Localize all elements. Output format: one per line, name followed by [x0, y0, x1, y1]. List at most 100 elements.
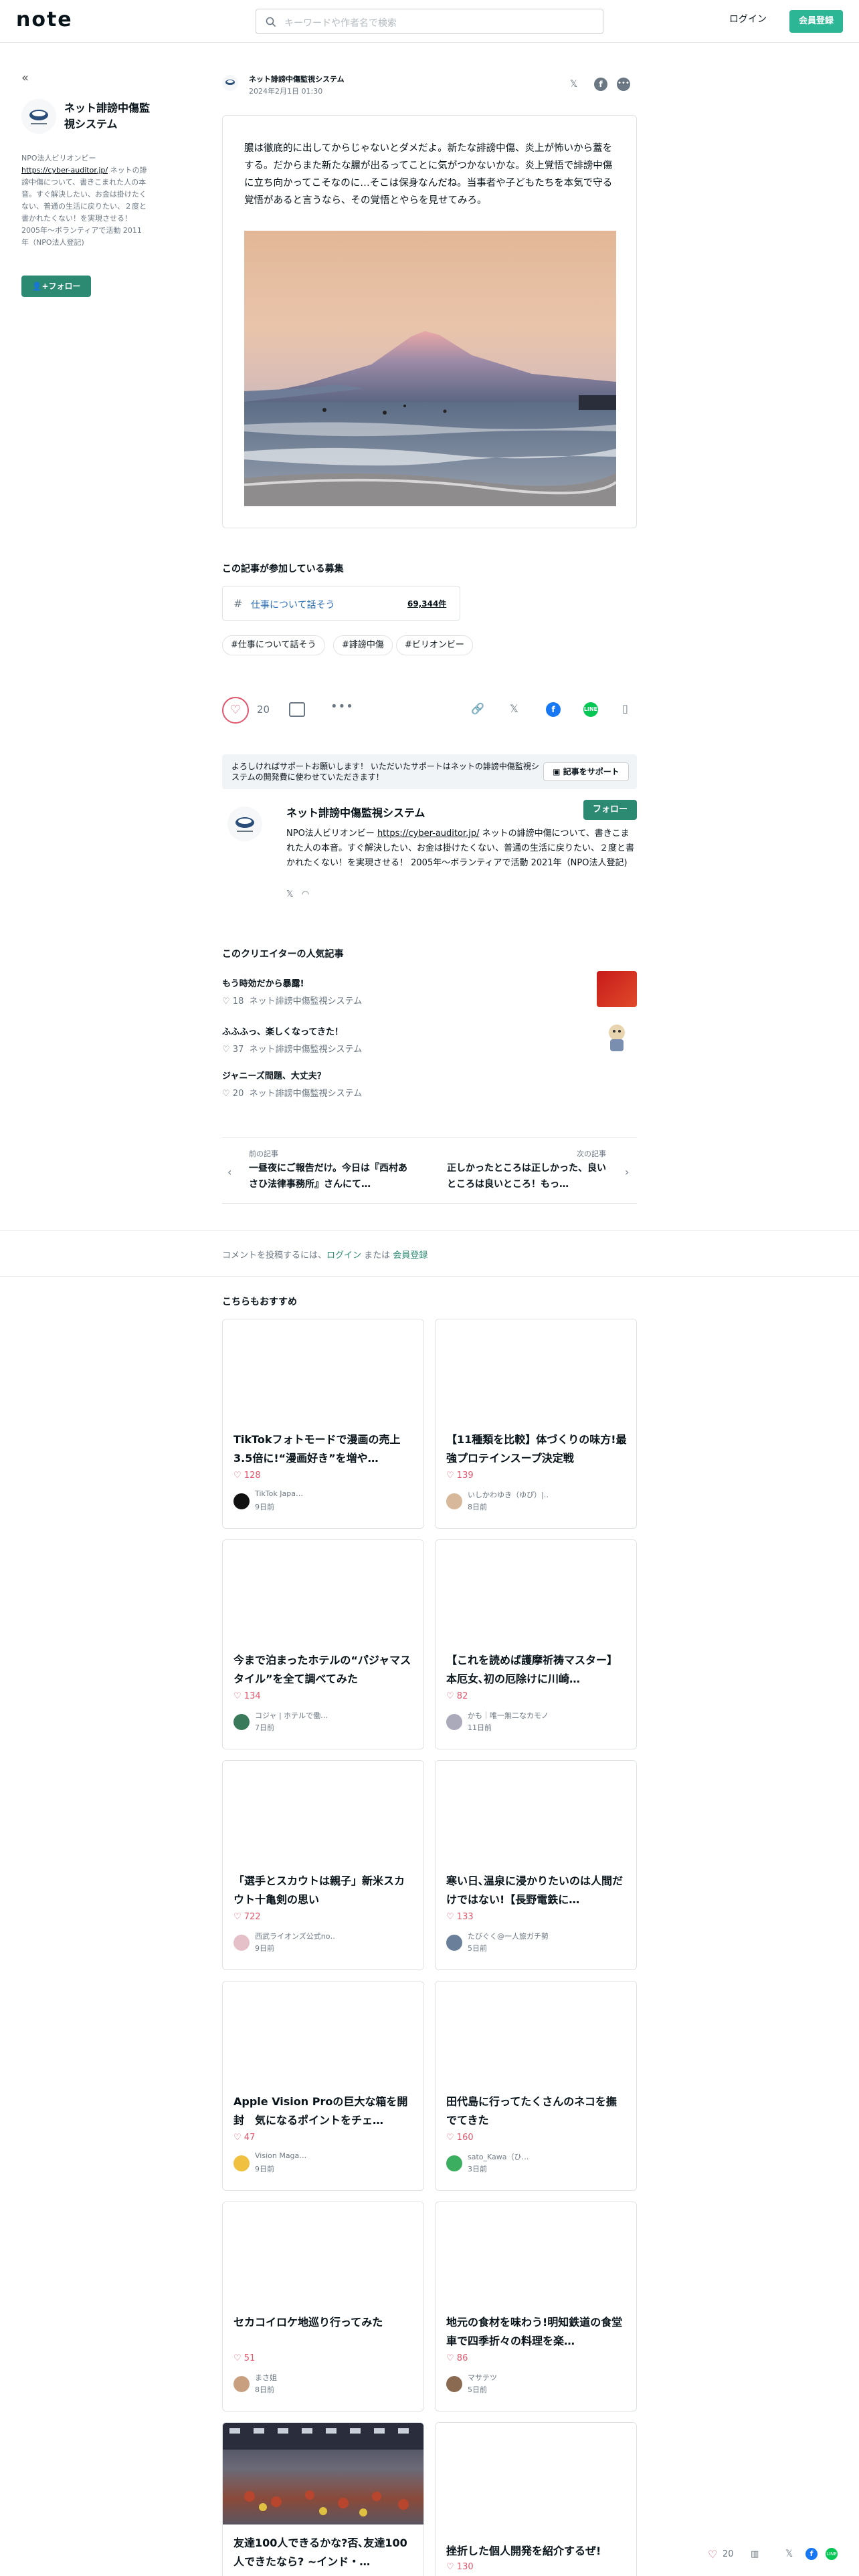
tag-chip[interactable]: #仕事について話そう: [222, 635, 325, 655]
recommend-card[interactable]: 田代島に行ってたくさんのネコを撫でてきた ♡ 160 sato_Kawa（ひ… …: [435, 1981, 637, 2191]
divider: [0, 1230, 859, 1231]
x-share-icon[interactable]: 𝕏: [570, 79, 577, 90]
card-thumbnail: [223, 1540, 423, 1642]
card-thumbnail: [436, 1981, 636, 2083]
article-date: 2024年2月1日 01:30: [249, 87, 323, 96]
article-body-text: 膿は徹底的に出してからじゃないとダメだよ。新たな誹謗中傷、炎上が怖いから蓋をする…: [244, 143, 613, 206]
article-thumbnail: [597, 1019, 637, 1055]
sidebar-creator-name[interactable]: ネット誹謗中傷監視システム: [64, 100, 158, 132]
x-icon[interactable]: 𝕏: [286, 889, 293, 899]
heart-icon: ♡: [222, 1089, 233, 1099]
sidebar-follow-button[interactable]: 👤+フォロー: [21, 276, 91, 297]
contest-count: 69,344件: [407, 599, 447, 609]
recommend-card[interactable]: 友達100人できるかな?否､友達100人できたなら? ~インド・…: [222, 2422, 424, 2576]
creator-avatar[interactable]: [227, 807, 262, 841]
heart-icon: ♡: [222, 1045, 233, 1055]
creator-name[interactable]: ネット誹謗中傷監視システム: [286, 804, 425, 820]
recommend-card[interactable]: 今まで泊まったホテルの“パジャマスタイル”を全て調べてみた ♡ 134 コジャ …: [222, 1539, 424, 1749]
rss-icon[interactable]: ◠: [302, 889, 309, 899]
recommend-card[interactable]: セカコイロケ地巡り行ってみた ♡ 51 まさ姐 8日前: [222, 2202, 424, 2411]
collapse-sidebar-icon[interactable]: «: [21, 71, 29, 85]
heart-icon[interactable]: ♡: [708, 2548, 717, 2561]
recommend-card[interactable]: 【11種類を比較】体づくりの味方!最強プロテインスープ決定戦 ♡ 139 いしか…: [435, 1319, 637, 1529]
avatar: [233, 1714, 250, 1730]
article-author-avatar[interactable]: [222, 75, 238, 91]
bookmark-icon[interactable]: ▯: [622, 702, 628, 715]
recommend-section-title: こちらもおすすめ: [222, 1297, 297, 1307]
avatar[interactable]: [21, 99, 56, 134]
tag-chip[interactable]: #ビリオンビー: [396, 635, 473, 655]
x-share-icon[interactable]: 𝕏: [785, 2549, 793, 2559]
article-navigation: ‹ 前の記事 一昼夜にご報告だけ。今日は『西村あさひ法律事務所』さんにて… 次の…: [222, 1137, 637, 1204]
follow-button[interactable]: フォロー: [583, 800, 637, 820]
avatar: [446, 2376, 462, 2392]
popular-article[interactable]: ジャニーズ問題、大丈夫？ ♡ 20 ネット誹謗中傷監視システム: [222, 1069, 637, 1109]
login-link[interactable]: ログイン: [326, 1251, 361, 1261]
magazine-icon[interactable]: ▥: [751, 2549, 759, 2559]
note-logo[interactable]: note: [16, 8, 73, 31]
avatar: [446, 1714, 462, 1730]
recommend-card[interactable]: 【これを読めば護摩祈祷マスター】本厄女､初の厄除けに川崎… ♡ 82 かも｜唯一…: [435, 1539, 637, 1749]
popular-article[interactable]: ふふふっ、楽しくなってきた！ ♡ 37 ネット誹謗中傷監視システム: [222, 1019, 637, 1065]
facebook-share-icon[interactable]: f: [546, 702, 561, 717]
comment-prompt: コメントを投稿するには、ログイン または 会員登録: [222, 1251, 428, 1261]
x-share-icon[interactable]: 𝕏: [510, 702, 518, 715]
recommend-card[interactable]: 「選手とスカウトは親子」新米スカウト十亀剣の思い ♡ 722 西武ライオンズ公式…: [222, 1760, 424, 1970]
card-thumbnail: [436, 1319, 636, 1421]
floating-action-bar: ♡ 20 ▥ 𝕏 f LINE: [701, 2547, 859, 2565]
user-plus-icon: 👤+: [31, 282, 49, 291]
popular-article[interactable]: もう時効だから暴露! ♡ 18 ネット誹謗中傷監視システム: [222, 971, 637, 1016]
avatar: [233, 2155, 250, 2171]
recommend-card[interactable]: Apple Vision Proの巨大な箱を開封 気になるポイントをチェ… ♡ …: [222, 1981, 424, 2191]
chevron-right-icon[interactable]: ›: [625, 1166, 629, 1178]
avatar: [233, 1493, 250, 1509]
comment-icon[interactable]: [289, 702, 305, 717]
popular-section-title: このクリエイターの人気記事: [222, 949, 344, 960]
contest-section-title: この記事が参加している募集: [222, 564, 344, 574]
article-thumbnail: [597, 971, 637, 1007]
next-article-link[interactable]: 正しかったところは正しかった、良いところは良いところ！もっ…: [447, 1160, 610, 1192]
more-options-icon[interactable]: •••: [330, 700, 354, 714]
creator-site-link[interactable]: https://cyber-auditor.jp/: [21, 166, 108, 175]
contest-name: 仕事について話そう: [251, 600, 335, 611]
article-author-name[interactable]: ネット誹謗中傷監視システム: [249, 74, 345, 84]
avatar: [233, 1935, 250, 1951]
like-button[interactable]: ♡: [222, 697, 249, 724]
avatar: [446, 1935, 462, 1951]
sidebar-creator-description: NPO法人ビリオンビー https://cyber-auditor.jp/ ネッ…: [21, 154, 147, 247]
contest-link[interactable]: # 仕事について話そう 69,344件: [222, 586, 460, 621]
facebook-share-icon[interactable]: f: [594, 78, 607, 91]
search-input[interactable]: キーワードや作者名で検索: [256, 9, 603, 34]
line-share-icon[interactable]: LINE: [583, 702, 598, 717]
card-thumbnail: [223, 2202, 423, 2304]
chevron-left-icon[interactable]: ‹: [227, 1166, 231, 1178]
copy-link-icon[interactable]: 🔗: [471, 702, 484, 715]
article-photo: [244, 231, 616, 506]
search-placeholder: キーワードや作者名で検索: [284, 18, 397, 29]
avatar: [446, 2155, 462, 2171]
recommend-card[interactable]: 挫折した個人開発を紹介するぜ! ♡ 130: [435, 2422, 637, 2576]
support-box: よろしければサポートお願いします！ いただいたサポートはネットの誹謗中傷監視シス…: [222, 754, 637, 789]
recommend-card[interactable]: 地元の食材を味わう!明知鉄道の食堂車で四季折々の料理を楽… ♡ 86 マサテツ …: [435, 2202, 637, 2411]
heart-icon: ♡: [229, 703, 242, 717]
creator-site-link[interactable]: https://cyber-auditor.jp/: [377, 829, 480, 839]
facebook-share-icon[interactable]: f: [805, 2548, 818, 2560]
tag-chip[interactable]: #誹謗中傷: [333, 635, 393, 655]
support-button[interactable]: ▣ 記事をサポート: [543, 762, 629, 781]
card-thumbnail: [436, 2202, 636, 2304]
login-link[interactable]: ログイン: [729, 12, 767, 25]
line-share-icon[interactable]: LINE: [826, 2548, 838, 2560]
like-count: 20: [257, 704, 270, 716]
prev-article-link[interactable]: 一昼夜にご報告だけ。今日は『西村あさひ法律事務所』さんにて…: [249, 1160, 412, 1192]
more-share-icon[interactable]: •••: [617, 78, 630, 91]
card-thumbnail: [436, 1761, 636, 1862]
register-link[interactable]: 会員登録: [393, 1251, 427, 1261]
embedded-post-card[interactable]: 膿は徹底的に出してからじゃないとダメだよ。新たな誹謗中傷、炎上が怖いから蓋をする…: [222, 115, 637, 528]
recommend-card[interactable]: TikTokフォトモードで漫画の売上3.5倍に!“漫画好き”を増や… ♡ 128…: [222, 1319, 424, 1529]
divider: [0, 1276, 859, 1277]
card-thumbnail: [223, 1981, 423, 2083]
card-thumbnail: [223, 2423, 423, 2525]
recommend-card[interactable]: 寒い日､温泉に浸かりたいのは人間だけではない!【長野電鉄に… ♡ 133 たびぐ…: [435, 1760, 637, 1970]
avatar: [446, 1493, 462, 1509]
register-button[interactable]: 会員登録: [789, 10, 843, 33]
